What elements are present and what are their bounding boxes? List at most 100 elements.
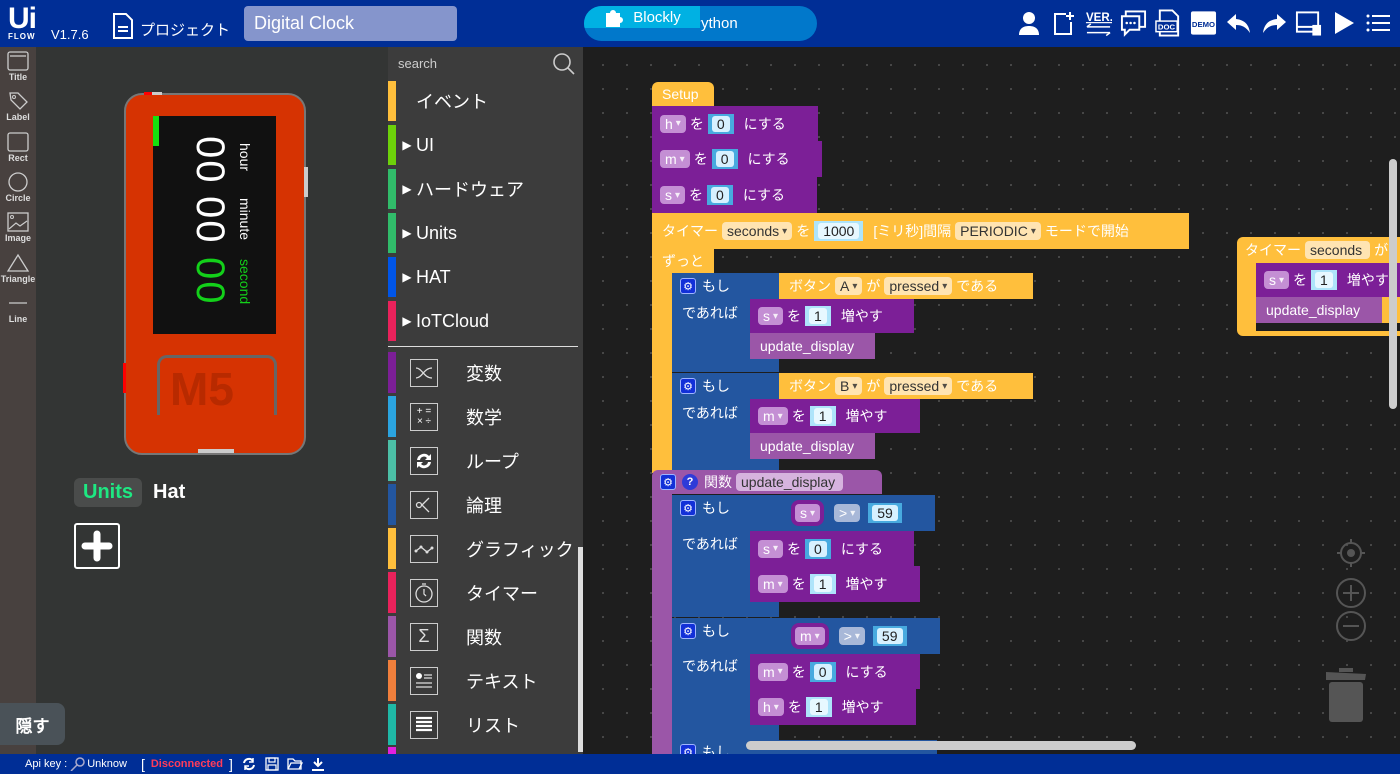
- shape-line[interactable]: Line: [0, 293, 36, 324]
- increase-h-block[interactable]: hを1増やす: [750, 689, 916, 725]
- gear-icon[interactable]: ⚙: [680, 278, 696, 294]
- timer-increase-s-block[interactable]: sを1増やす: [1256, 263, 1400, 297]
- number-input[interactable]: 59: [868, 503, 902, 523]
- compare-m-block[interactable]: m >59: [779, 618, 940, 654]
- increase-m-block[interactable]: mを1増やす: [750, 566, 920, 602]
- interval-input[interactable]: 1000: [814, 221, 864, 241]
- increase-m-block[interactable]: mを1増やす: [750, 399, 920, 433]
- compare-s-block[interactable]: s >59: [779, 495, 935, 531]
- start-timer-block[interactable]: タイマーsecondsを1000[ミリ秒]間隔PERIODICモードで開始: [652, 213, 1189, 249]
- var-dropdown[interactable]: h: [660, 114, 686, 133]
- forever-block[interactable]: ずっと: [652, 249, 714, 273]
- trash-icon[interactable]: [1323, 662, 1369, 724]
- gear-icon[interactable]: ⚙: [680, 744, 696, 754]
- button-b-pressed-block[interactable]: ボタンBがpressedである: [779, 373, 1033, 399]
- gear-icon[interactable]: ⚙: [680, 500, 696, 516]
- refresh-icon[interactable]: [241, 757, 257, 771]
- gear-icon[interactable]: ⚙: [680, 623, 696, 639]
- doc-icon[interactable]: DOC: [1155, 8, 1182, 38]
- api-key-value[interactable]: Unknow: [87, 758, 127, 770]
- timer-dropdown[interactable]: seconds: [722, 222, 793, 240]
- number-input[interactable]: 0: [711, 149, 738, 169]
- number-input[interactable]: 1: [809, 574, 836, 594]
- device-side-button[interactable]: [304, 167, 308, 197]
- button-dropdown[interactable]: B: [835, 377, 863, 395]
- category-hardware[interactable]: ▶ ハードウェア: [388, 169, 576, 209]
- set-m-block[interactable]: mを0にする: [652, 141, 822, 177]
- category-math[interactable]: + = × ÷ 数学: [388, 396, 576, 437]
- category-logic[interactable]: 論理: [388, 484, 576, 525]
- recenter-icon[interactable]: [1335, 537, 1367, 569]
- shape-rect[interactable]: Rect: [0, 132, 36, 163]
- blockly-workspace[interactable]: Setup hを0にする mを0にする sを0にする タイマーsecondsを1…: [583, 47, 1400, 754]
- number-input[interactable]: 0: [707, 185, 733, 205]
- shape-label[interactable]: Label: [0, 91, 36, 122]
- var-dropdown[interactable]: m: [758, 662, 788, 681]
- var-dropdown[interactable]: s: [1264, 271, 1290, 289]
- category-events[interactable]: イベント: [388, 81, 576, 121]
- demo-icon[interactable]: DEMO: [1190, 8, 1217, 38]
- shape-triangle[interactable]: Triangle: [0, 253, 36, 284]
- setup-block[interactable]: Setup: [652, 82, 714, 106]
- category-ui[interactable]: ▶ UI: [388, 125, 576, 165]
- timer-call-update-display-block[interactable]: update_display: [1256, 297, 1382, 323]
- shape-circle[interactable]: Circle: [0, 172, 36, 203]
- version-icon[interactable]: VER.: [1085, 8, 1112, 38]
- set-s-block[interactable]: sを0にする: [652, 177, 817, 213]
- open-folder-icon[interactable]: [287, 757, 303, 771]
- gear-icon[interactable]: ⚙: [660, 474, 676, 490]
- add-unit-button[interactable]: [74, 523, 120, 569]
- category-hat[interactable]: ▶ HAT: [388, 257, 576, 297]
- var-dropdown[interactable]: s: [795, 504, 821, 522]
- number-input[interactable]: 1: [805, 306, 831, 326]
- workspace-horizontal-scrollbar[interactable]: [746, 741, 1136, 750]
- var-dropdown[interactable]: s: [758, 539, 784, 558]
- mode-toggle[interactable]: Blockly </> Python: [584, 6, 817, 41]
- function-name-input[interactable]: update_display: [736, 473, 844, 491]
- button-a-pressed-block[interactable]: ボタンAがpressedである: [779, 273, 1033, 299]
- number-input[interactable]: 1: [805, 697, 832, 717]
- category-iotcloud[interactable]: ▶ IoTCloud: [388, 301, 576, 341]
- function-update-display-block[interactable]: ⚙? 関数 update_display: [652, 470, 882, 494]
- tab-hat[interactable]: Hat: [142, 478, 196, 507]
- shape-image[interactable]: Image: [0, 212, 36, 243]
- set-h-block[interactable]: hを0にする: [652, 106, 818, 141]
- number-input[interactable]: 1: [809, 406, 836, 426]
- feedback-icon[interactable]: [1120, 8, 1147, 38]
- download-icon[interactable]: [311, 757, 325, 771]
- call-update-display-block[interactable]: update_display: [750, 333, 875, 359]
- search-icon[interactable]: [552, 52, 576, 76]
- var-dropdown[interactable]: m: [758, 575, 788, 593]
- increase-s-block[interactable]: sを1増やす: [750, 299, 914, 333]
- operator-dropdown[interactable]: >: [834, 504, 861, 522]
- number-input[interactable]: 0: [809, 661, 836, 682]
- var-dropdown[interactable]: m: [795, 627, 825, 645]
- set-m-zero-block[interactable]: mを0にする: [750, 654, 920, 689]
- category-variables[interactable]: 変数: [388, 352, 576, 393]
- var-dropdown[interactable]: s: [758, 307, 784, 325]
- device-top-button[interactable]: [152, 92, 162, 95]
- var-dropdown[interactable]: m: [758, 407, 788, 425]
- var-dropdown[interactable]: m: [660, 150, 690, 168]
- category-loops[interactable]: ループ: [388, 440, 576, 481]
- hide-button[interactable]: 隠す: [0, 703, 65, 745]
- project-button[interactable]: プロジェクト: [112, 12, 230, 40]
- button-dropdown[interactable]: A: [835, 277, 863, 295]
- workspace-vertical-scrollbar[interactable]: [1389, 159, 1397, 409]
- var-dropdown[interactable]: s: [660, 186, 686, 204]
- number-input[interactable]: 0: [805, 538, 831, 559]
- operator-dropdown[interactable]: >: [838, 627, 865, 645]
- shape-title[interactable]: Title: [0, 51, 36, 82]
- user-icon[interactable]: [1015, 8, 1042, 38]
- blockly-tab[interactable]: Blockly: [584, 6, 700, 28]
- run-icon[interactable]: [1330, 8, 1357, 38]
- gear-icon[interactable]: ⚙: [680, 378, 696, 394]
- event-dropdown[interactable]: pressed: [884, 377, 953, 395]
- category-graphics[interactable]: グラフィック: [388, 528, 576, 569]
- undo-icon[interactable]: [1225, 8, 1252, 38]
- redo-icon[interactable]: [1260, 8, 1287, 38]
- zoom-in-icon[interactable]: [1335, 577, 1367, 609]
- tab-units[interactable]: Units: [74, 478, 142, 507]
- zoom-out-icon[interactable]: [1335, 610, 1367, 642]
- event-dropdown[interactable]: pressed: [884, 277, 953, 295]
